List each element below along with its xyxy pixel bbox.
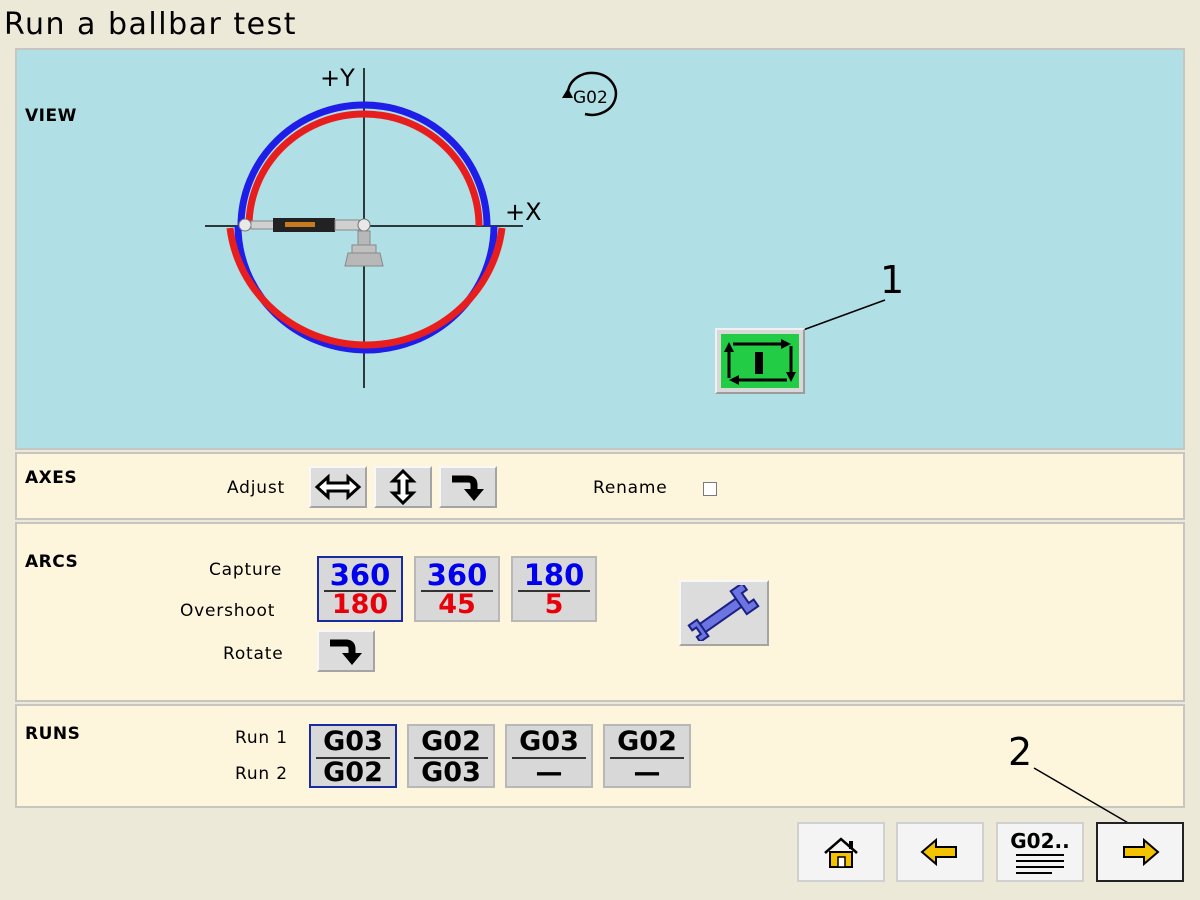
ballbar-icon	[238, 218, 384, 267]
program-button[interactable]: G02..	[996, 822, 1084, 882]
arc-capture-value: 360	[426, 558, 488, 592]
arc-capture-value: 360	[329, 558, 391, 592]
wrench-icon	[687, 585, 760, 641]
rotate-arrow-icon	[452, 475, 484, 501]
swap-vertical-icon	[389, 469, 417, 505]
home-button[interactable]	[797, 822, 885, 882]
next-arrow-icon	[1123, 837, 1160, 867]
callout-1-line	[802, 299, 886, 331]
arcs-section-label: ARCS	[25, 552, 79, 572]
direction-badge-label: G02	[573, 88, 608, 108]
adjust-horizontal-button[interactable]	[309, 466, 367, 508]
run-option-4-button[interactable]: G02 —	[603, 724, 691, 788]
axes-panel: AXES Adjust Rename	[15, 452, 1185, 520]
callout-1: 1	[880, 258, 905, 302]
axes-section-label: AXES	[25, 468, 78, 488]
page-title: Run a ballbar test	[4, 7, 297, 42]
arcs-panel: ARCS Capture Overshoot Rotate 360 180 36…	[15, 522, 1185, 702]
rotate-arrow-icon	[330, 639, 362, 665]
run-option-2-button[interactable]: G02 G03	[407, 724, 495, 788]
rename-label: Rename	[593, 478, 668, 498]
run-1-code: G03	[323, 726, 383, 757]
run-2-code: G03	[421, 757, 481, 788]
run-option-3-button[interactable]: G03 —	[505, 724, 593, 788]
swap-horizontal-icon	[314, 473, 362, 501]
capture-label: Capture	[209, 560, 283, 580]
run-2-code: —	[535, 757, 563, 788]
rename-checkbox[interactable]	[703, 482, 717, 496]
run-2-code: —	[633, 757, 661, 788]
run-1-code: G02	[617, 726, 677, 757]
arc-capture-value: 180	[523, 558, 585, 592]
adjust-label: Adjust	[227, 478, 285, 498]
arc-overshoot-value: 45	[438, 589, 476, 620]
overshoot-label: Overshoot	[180, 601, 276, 621]
arc-option-2-button[interactable]: 360 45	[414, 556, 500, 622]
arc-option-3-button[interactable]: 180 5	[511, 556, 597, 622]
y-axis-label: +Y	[320, 64, 355, 92]
home-icon	[824, 837, 858, 868]
back-button[interactable]	[896, 822, 984, 882]
arc-settings-button[interactable]	[679, 580, 769, 646]
arc-overshoot-value: 180	[331, 589, 389, 620]
run-2-code: G02	[323, 757, 383, 788]
arc-option-1-button[interactable]: 360 180	[317, 556, 403, 622]
run-2-label: Run 2	[235, 764, 288, 784]
view-panel: VIEW +Y +X G02 1	[15, 48, 1185, 450]
start-test-button[interactable]	[715, 328, 805, 394]
run-1-label: Run 1	[235, 728, 288, 748]
run-1-code: G02	[421, 726, 481, 757]
program-label: G02..	[1010, 829, 1070, 853]
rotate-label: Rotate	[223, 644, 284, 664]
arc-overshoot-value: 5	[544, 589, 564, 620]
rotate-axes-button[interactable]	[439, 466, 497, 508]
ballbar-diagram	[205, 68, 886, 388]
run-option-1-button[interactable]: G03 G02	[309, 724, 397, 788]
x-axis-label: +X	[505, 198, 542, 226]
program-list-icon	[1016, 854, 1064, 874]
runs-section-label: RUNS	[25, 724, 81, 744]
callout-2: 2	[1008, 730, 1033, 774]
next-button[interactable]	[1096, 822, 1184, 882]
rotate-arcs-button[interactable]	[317, 630, 375, 672]
adjust-vertical-button[interactable]	[374, 466, 432, 508]
start-cycle-icon	[724, 339, 796, 385]
back-arrow-icon	[920, 837, 957, 867]
run-1-code: G03	[519, 726, 579, 757]
